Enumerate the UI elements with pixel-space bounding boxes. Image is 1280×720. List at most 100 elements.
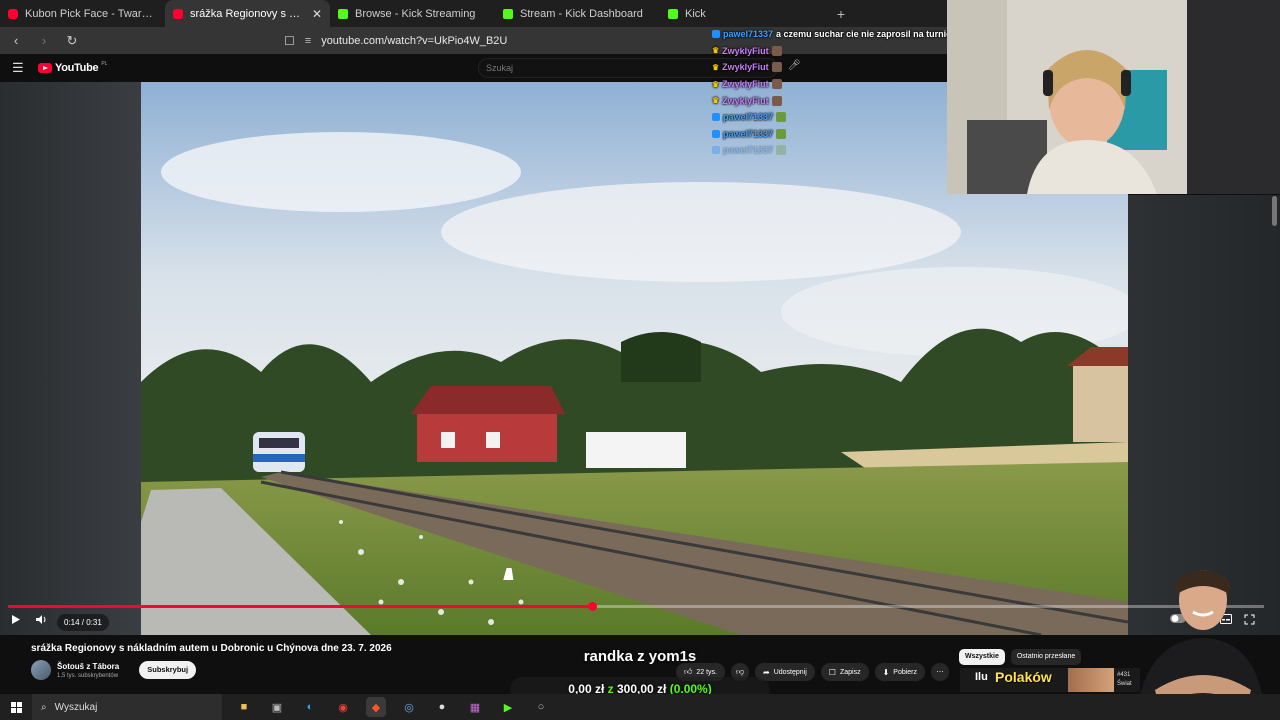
edge-icon[interactable]: ◐: [300, 697, 320, 717]
region-code: PL: [101, 61, 108, 67]
screen: Kubon Pick Face - Twarz Kubona pod srážk…: [0, 0, 1280, 720]
browser-tab-4[interactable]: Kick: [660, 0, 825, 27]
webcam-person-image: [947, 0, 1280, 194]
chat-line: pawel71337: [712, 126, 982, 143]
crown-badge-icon: ♛: [712, 96, 720, 106]
chat-line: ♛ ZwyklyFiut: [712, 43, 982, 60]
chip-recently-uploaded[interactable]: Ostatnio przesłane: [1010, 649, 1082, 665]
scrollbar-thumb[interactable]: [1272, 196, 1277, 226]
reload-icon[interactable]: ↻: [66, 33, 78, 49]
emote-icon: [776, 112, 787, 123]
obs-icon[interactable]: ●: [432, 697, 452, 717]
file-explorer-icon[interactable]: ■: [234, 697, 254, 717]
meta-line-1: #431: [1117, 672, 1131, 678]
recommended-video-meta: #431 Świat: [1117, 671, 1132, 689]
progress-scrubber-handle[interactable]: [588, 602, 598, 611]
subscribe-button[interactable]: Subskrybuj: [139, 661, 197, 679]
new-tab-button[interactable]: +: [829, 0, 853, 27]
subscriber-count: 1,5 tys. subskrybentów: [57, 672, 119, 679]
moderator-badge-icon: [712, 113, 720, 122]
kick-favicon-icon: [503, 8, 513, 19]
youtube-logo[interactable]: YouTube PL: [38, 61, 108, 74]
channel-name[interactable]: Šotouš z Tábora: [57, 662, 119, 671]
browser-tab-2[interactable]: Browse - Kick Streaming: [330, 0, 495, 27]
crown-badge-icon: ♛: [712, 79, 720, 89]
stream-goal-title: randka z yom1s: [583, 648, 697, 665]
stream-chat-overlay: pawel71337 a czemu suchar cie nie zapros…: [712, 26, 982, 159]
emote-icon: [771, 62, 782, 73]
taskbar-search[interactable]: ⌕ Wyszukaj: [32, 694, 222, 720]
search-icon: ⌕: [41, 701, 47, 713]
browser-tab-3[interactable]: Stream - Kick Dashboard: [495, 0, 660, 27]
share-icon: ➦: [763, 667, 770, 677]
menu-icon[interactable]: ☰: [12, 60, 28, 76]
chat-app-icon[interactable]: ▦: [465, 697, 485, 717]
moderator-badge-icon: [712, 30, 720, 39]
volume-icon: [36, 615, 46, 624]
steam-icon[interactable]: ◎: [399, 697, 419, 717]
forward-icon[interactable]: ›: [38, 33, 50, 48]
chat-username: ZwyklyFiut: [722, 45, 769, 56]
moderator-badge-icon: [712, 129, 720, 138]
close-tab-icon[interactable]: ✕: [312, 7, 322, 21]
chat-line: pawel71337 a czemu suchar cie nie zapros…: [712, 26, 982, 43]
tab-title: srážka Regionovy s nákladním au: [190, 7, 305, 20]
kick-favicon-icon: [338, 8, 348, 19]
bookmark-icon[interactable]: ☐: [284, 34, 295, 48]
channel-info: Šotouš z Tábora 1,5 tys. subskrybentów: [57, 662, 119, 679]
browser-tab-1[interactable]: srážka Regionovy s nákladním au ✕: [165, 0, 330, 27]
tab-title: Kick: [685, 7, 706, 20]
video-progress-bar[interactable]: [8, 602, 1264, 611]
play-button[interactable]: [10, 614, 21, 625]
crown-badge-icon: ♛: [712, 62, 720, 72]
bookmark-icon: ☐: [828, 667, 836, 677]
time-display: 0:14 / 0:31: [57, 614, 109, 631]
app-icon[interactable]: ○: [531, 697, 551, 717]
chat-line: ♛ ZwyklyFiut: [712, 76, 982, 93]
chat-username: ZwyklyFiut: [722, 95, 769, 106]
browser-tab-0[interactable]: Kubon Pick Face - Twarz Kubona pod: [0, 0, 165, 27]
chat-line: ♛ ZwyklyFiut: [712, 92, 982, 109]
kick-favicon-icon: [668, 8, 678, 19]
url-field[interactable]: ☐ ≡ youtube.com/watch?v=UkPio4W_B2U: [284, 34, 507, 48]
chat-message: a czemu suchar cie nie zaprosil na turni…: [776, 29, 952, 40]
chat-line: pawel71337: [712, 109, 982, 126]
site-info-icon[interactable]: ≡: [305, 35, 311, 47]
download-label: Pobierz: [893, 668, 918, 676]
windows-logo-icon: [10, 701, 22, 713]
crown-badge-icon: ♛: [712, 46, 720, 56]
chrome-icon[interactable]: ◉: [333, 697, 353, 717]
start-button[interactable]: [0, 701, 32, 713]
chip-all[interactable]: Wszystkie: [959, 649, 1005, 665]
volume-button[interactable]: [35, 614, 48, 625]
chat-line: pawel71337: [712, 142, 982, 159]
recommendation-filter-chips: Wszystkie Ostatnio przesłane: [959, 649, 1082, 665]
recommended-video-thumbnail[interactable]: Ilu Polaków: [960, 668, 1140, 692]
progress-played: [8, 605, 593, 608]
emote-icon: [776, 145, 787, 156]
moderator-badge-icon: [712, 146, 720, 155]
tab-title: Kubon Pick Face - Twarz Kubona pod: [25, 7, 157, 20]
url-text[interactable]: youtube.com/watch?v=UkPio4W_B2U: [321, 35, 507, 47]
chat-username: pawel71337: [723, 128, 774, 139]
chat-username: ZwyklyFiut: [722, 79, 769, 90]
thumbnail-text-1: Ilu: [975, 671, 988, 683]
webcam-overlay: [947, 0, 1280, 194]
store-icon[interactable]: ▣: [267, 697, 287, 717]
back-icon[interactable]: ‹: [10, 33, 22, 48]
share-label: Udostępnij: [773, 668, 807, 676]
download-button[interactable]: ⬇ Pobierz: [874, 663, 926, 681]
brave-icon[interactable]: ◆: [366, 697, 386, 717]
chat-username: pawel71337: [723, 112, 774, 123]
chat-username: pawel71337: [723, 29, 774, 40]
save-label: Zapisz: [839, 668, 861, 676]
taskbar-search-label: Wyszukaj: [54, 701, 98, 713]
video-title: srážka Regionovy s nákladním autem u Dob…: [31, 643, 392, 654]
ambient-left: [0, 82, 141, 635]
emote-icon: [771, 95, 782, 106]
save-button[interactable]: ☐ Zapisz: [820, 663, 869, 681]
more-actions-button[interactable]: ⋯: [931, 663, 950, 681]
kick-icon[interactable]: ▶: [498, 697, 518, 717]
youtube-logo-text: YouTube: [55, 62, 99, 74]
channel-avatar[interactable]: [31, 660, 51, 680]
